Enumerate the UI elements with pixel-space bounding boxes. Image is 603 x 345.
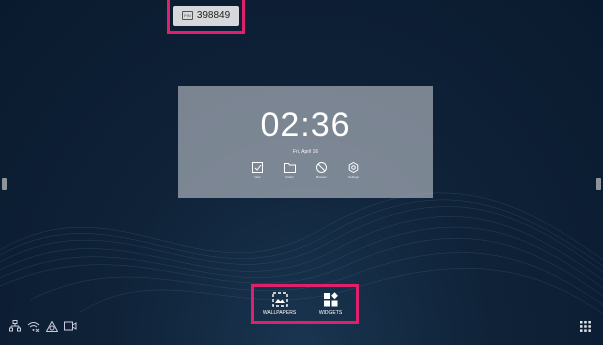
- app-note[interactable]: Note: [247, 162, 269, 179]
- status-bar: [9, 320, 77, 332]
- app-settings-label: Settings: [348, 175, 359, 179]
- clock-widget: 02:36 Fri, April 16 Note Finder Browser: [178, 86, 433, 198]
- bottom-menu: WALLPAPERS WIDGETS: [251, 284, 359, 324]
- app-note-label: Note: [254, 175, 261, 179]
- wallpaper-icon: [271, 292, 288, 307]
- browser-icon: [316, 162, 327, 173]
- app-shortcuts: Note Finder Browser Settings: [178, 162, 433, 179]
- wallpapers-label: WALLPAPERS: [262, 310, 297, 316]
- pin-code: 398849: [196, 10, 231, 21]
- pin-badge[interactable]: PIN 398849: [173, 5, 239, 26]
- app-finder-label: Finder: [285, 175, 294, 179]
- folder-icon: [283, 163, 296, 173]
- app-browser-label: Browser: [315, 175, 327, 179]
- app-finder[interactable]: Finder: [279, 162, 301, 179]
- eye-icon[interactable]: [46, 320, 58, 332]
- pin-icon: PIN: [181, 11, 193, 20]
- widgets-button[interactable]: WIDGETS: [308, 292, 354, 316]
- widgets-label: WIDGETS: [318, 310, 343, 316]
- pin-highlight: PIN 398849: [167, 0, 245, 34]
- left-edge-handle[interactable]: [2, 178, 7, 190]
- network-icon[interactable]: [9, 320, 21, 332]
- app-browser[interactable]: Browser: [311, 162, 333, 179]
- right-edge-handle[interactable]: [596, 178, 601, 190]
- apps-grid-icon[interactable]: [580, 321, 591, 332]
- clock-date: Fri, April 16: [292, 149, 319, 155]
- settings-icon: [348, 162, 359, 173]
- wifi-off-icon[interactable]: [27, 321, 40, 332]
- video-icon[interactable]: [64, 321, 77, 331]
- note-icon: [252, 162, 263, 173]
- wallpapers-button[interactable]: WALLPAPERS: [257, 292, 303, 316]
- app-settings[interactable]: Settings: [343, 162, 365, 179]
- widgets-icon: [323, 292, 338, 307]
- clock-time: 02:36: [260, 106, 351, 144]
